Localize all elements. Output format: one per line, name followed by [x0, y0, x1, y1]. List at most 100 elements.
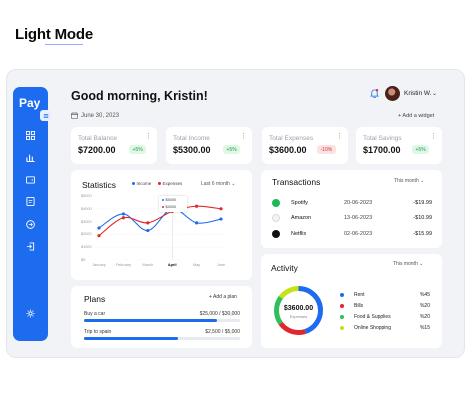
settings-icon[interactable] — [26, 309, 35, 318]
data-point-income[interactable] — [219, 217, 223, 221]
plan-amount: $2,500 / $5,000 — [205, 329, 240, 335]
chevron-down-icon[interactable]: ⌄ — [432, 90, 437, 97]
data-point-expenses[interactable] — [195, 204, 199, 208]
netflix-icon — [272, 230, 280, 238]
bar-chart-icon[interactable] — [26, 153, 35, 162]
transactions-period-select[interactable]: This month ⌄ — [394, 178, 424, 184]
y-tick-label: $4000 — [81, 206, 92, 211]
tooltip-income: $5000 — [162, 198, 176, 202]
plans-title: Plans — [84, 294, 106, 304]
calendar-icon — [71, 112, 78, 119]
data-point-income[interactable] — [146, 228, 150, 233]
sidebar: Pay — [13, 87, 48, 341]
amazon-icon — [272, 214, 280, 222]
activity-total: $3600.00 — [283, 305, 314, 312]
avatar[interactable] — [385, 86, 400, 101]
x-tick-label: June — [216, 263, 226, 267]
more-vertical-icon[interactable]: ⋮ — [336, 133, 343, 140]
stat-card-balance: Total Balance $7200.00 +5% ⋮ — [71, 127, 157, 164]
stat-title: Total Expenses — [269, 135, 314, 142]
transaction-name: Netflix — [291, 231, 307, 237]
logout-icon[interactable] — [26, 242, 35, 251]
transaction-amount: -$10.99 — [413, 215, 432, 221]
period-label: Last 6 month — [201, 181, 230, 187]
x-tick-label: January — [92, 263, 106, 267]
heading-underline — [45, 44, 83, 45]
chart-tooltip: $5000 $4000 — [159, 196, 187, 212]
x-tick-label: April — [167, 263, 177, 267]
activity-label: Food & Supplies — [354, 314, 391, 320]
tooltip-expenses: $4000 — [162, 205, 176, 209]
activity-total-label: Expenses — [289, 314, 308, 319]
wallet-icon[interactable] — [26, 175, 35, 184]
grid-icon[interactable] — [26, 131, 35, 140]
x-tick-label: March — [142, 263, 154, 267]
legend-dot — [340, 326, 344, 330]
data-point-expenses[interactable] — [219, 207, 223, 211]
statistics-title: Statistics — [82, 180, 117, 190]
activity-period-select[interactable]: This month ⌄ — [393, 261, 423, 267]
collapse-sidebar-button[interactable] — [40, 110, 51, 121]
stat-value: $5300.00 — [173, 145, 211, 155]
arrow-circle-icon[interactable] — [26, 220, 35, 229]
plan-progress-bar — [84, 337, 240, 340]
chevron-down-icon: ⌄ — [231, 181, 236, 187]
transaction-row[interactable]: Spotify 20-06-2023 -$19.99 — [272, 199, 432, 209]
legend-label: Expenses — [162, 181, 183, 186]
legend-dot — [162, 199, 164, 201]
transaction-name: Amazon — [291, 215, 312, 221]
y-tick-label: $2000 — [81, 232, 92, 237]
stat-title: Total Balance — [78, 135, 118, 142]
data-point-income[interactable] — [97, 226, 101, 230]
data-point-expenses[interactable] — [97, 234, 101, 238]
transaction-date: 13-06-2023 — [344, 215, 373, 221]
transaction-row[interactable]: Netflix 02-06-2023 -$15.99 — [272, 230, 432, 240]
plan-progress-fill — [84, 337, 178, 340]
stat-title: Total Savings — [363, 135, 402, 142]
y-tick-label: $1000 — [81, 245, 92, 250]
plan-progress-fill — [84, 319, 217, 322]
legend-dot — [162, 206, 164, 208]
period-select[interactable]: Last 6 month ⌄ — [201, 181, 236, 187]
legend-dot — [132, 182, 135, 185]
status-badge: +5% — [412, 145, 430, 154]
legend-dot — [340, 293, 344, 297]
greeting-title: Good morning, Kristin! — [71, 89, 208, 103]
activity-label: Bills — [354, 303, 364, 309]
user-name[interactable]: Kristin W. — [404, 90, 431, 97]
bell-icon[interactable] — [370, 88, 379, 98]
chevron-down-icon: ⌄ — [419, 261, 424, 267]
transaction-amount: -$15.99 — [413, 231, 432, 237]
data-point-income[interactable] — [195, 221, 199, 225]
data-point-expenses[interactable] — [121, 216, 125, 220]
status-badge: +5% — [223, 145, 241, 154]
y-tick-label: $0 — [81, 258, 86, 262]
more-vertical-icon[interactable]: ⋮ — [240, 133, 247, 140]
stat-card-income: Total Income $5300.00 +5% ⋮ — [166, 127, 252, 164]
data-point-income[interactable] — [121, 212, 125, 216]
brand-logo[interactable]: Pay — [19, 96, 40, 110]
data-point-expenses[interactable] — [146, 221, 150, 225]
status-badge: -10% — [317, 145, 336, 154]
transactions-title: Transactions — [272, 177, 321, 187]
page-heading: Light Mode — [15, 26, 93, 43]
status-badge: +5% — [129, 145, 147, 154]
plan-name: Buy a car — [84, 311, 106, 317]
stat-value: $7200.00 — [78, 145, 116, 155]
activity-legend-item: Bills %20 — [340, 303, 430, 311]
more-vertical-icon[interactable]: ⋮ — [430, 133, 437, 140]
transaction-amount: -$19.99 — [413, 200, 432, 206]
document-icon[interactable] — [26, 197, 35, 206]
add-plan-button[interactable]: + Add a plan — [209, 294, 237, 300]
add-widget-button[interactable]: + Add a widget — [398, 113, 434, 119]
transaction-date: 20-06-2023 — [344, 200, 373, 206]
stat-card-expenses: Total Expenses $3600.00 -10% ⋮ — [262, 127, 348, 164]
activity-pct: %45 — [419, 292, 430, 298]
legend-dot — [158, 182, 161, 185]
legend-dot — [340, 304, 344, 308]
transaction-row[interactable]: Amazon 13-06-2023 -$10.99 — [272, 214, 432, 224]
activity-label: Online Shopping — [354, 325, 391, 331]
more-vertical-icon[interactable]: ⋮ — [145, 133, 152, 140]
activity-pct: %20 — [419, 303, 430, 309]
date-text: June 30, 2023 — [81, 112, 120, 119]
